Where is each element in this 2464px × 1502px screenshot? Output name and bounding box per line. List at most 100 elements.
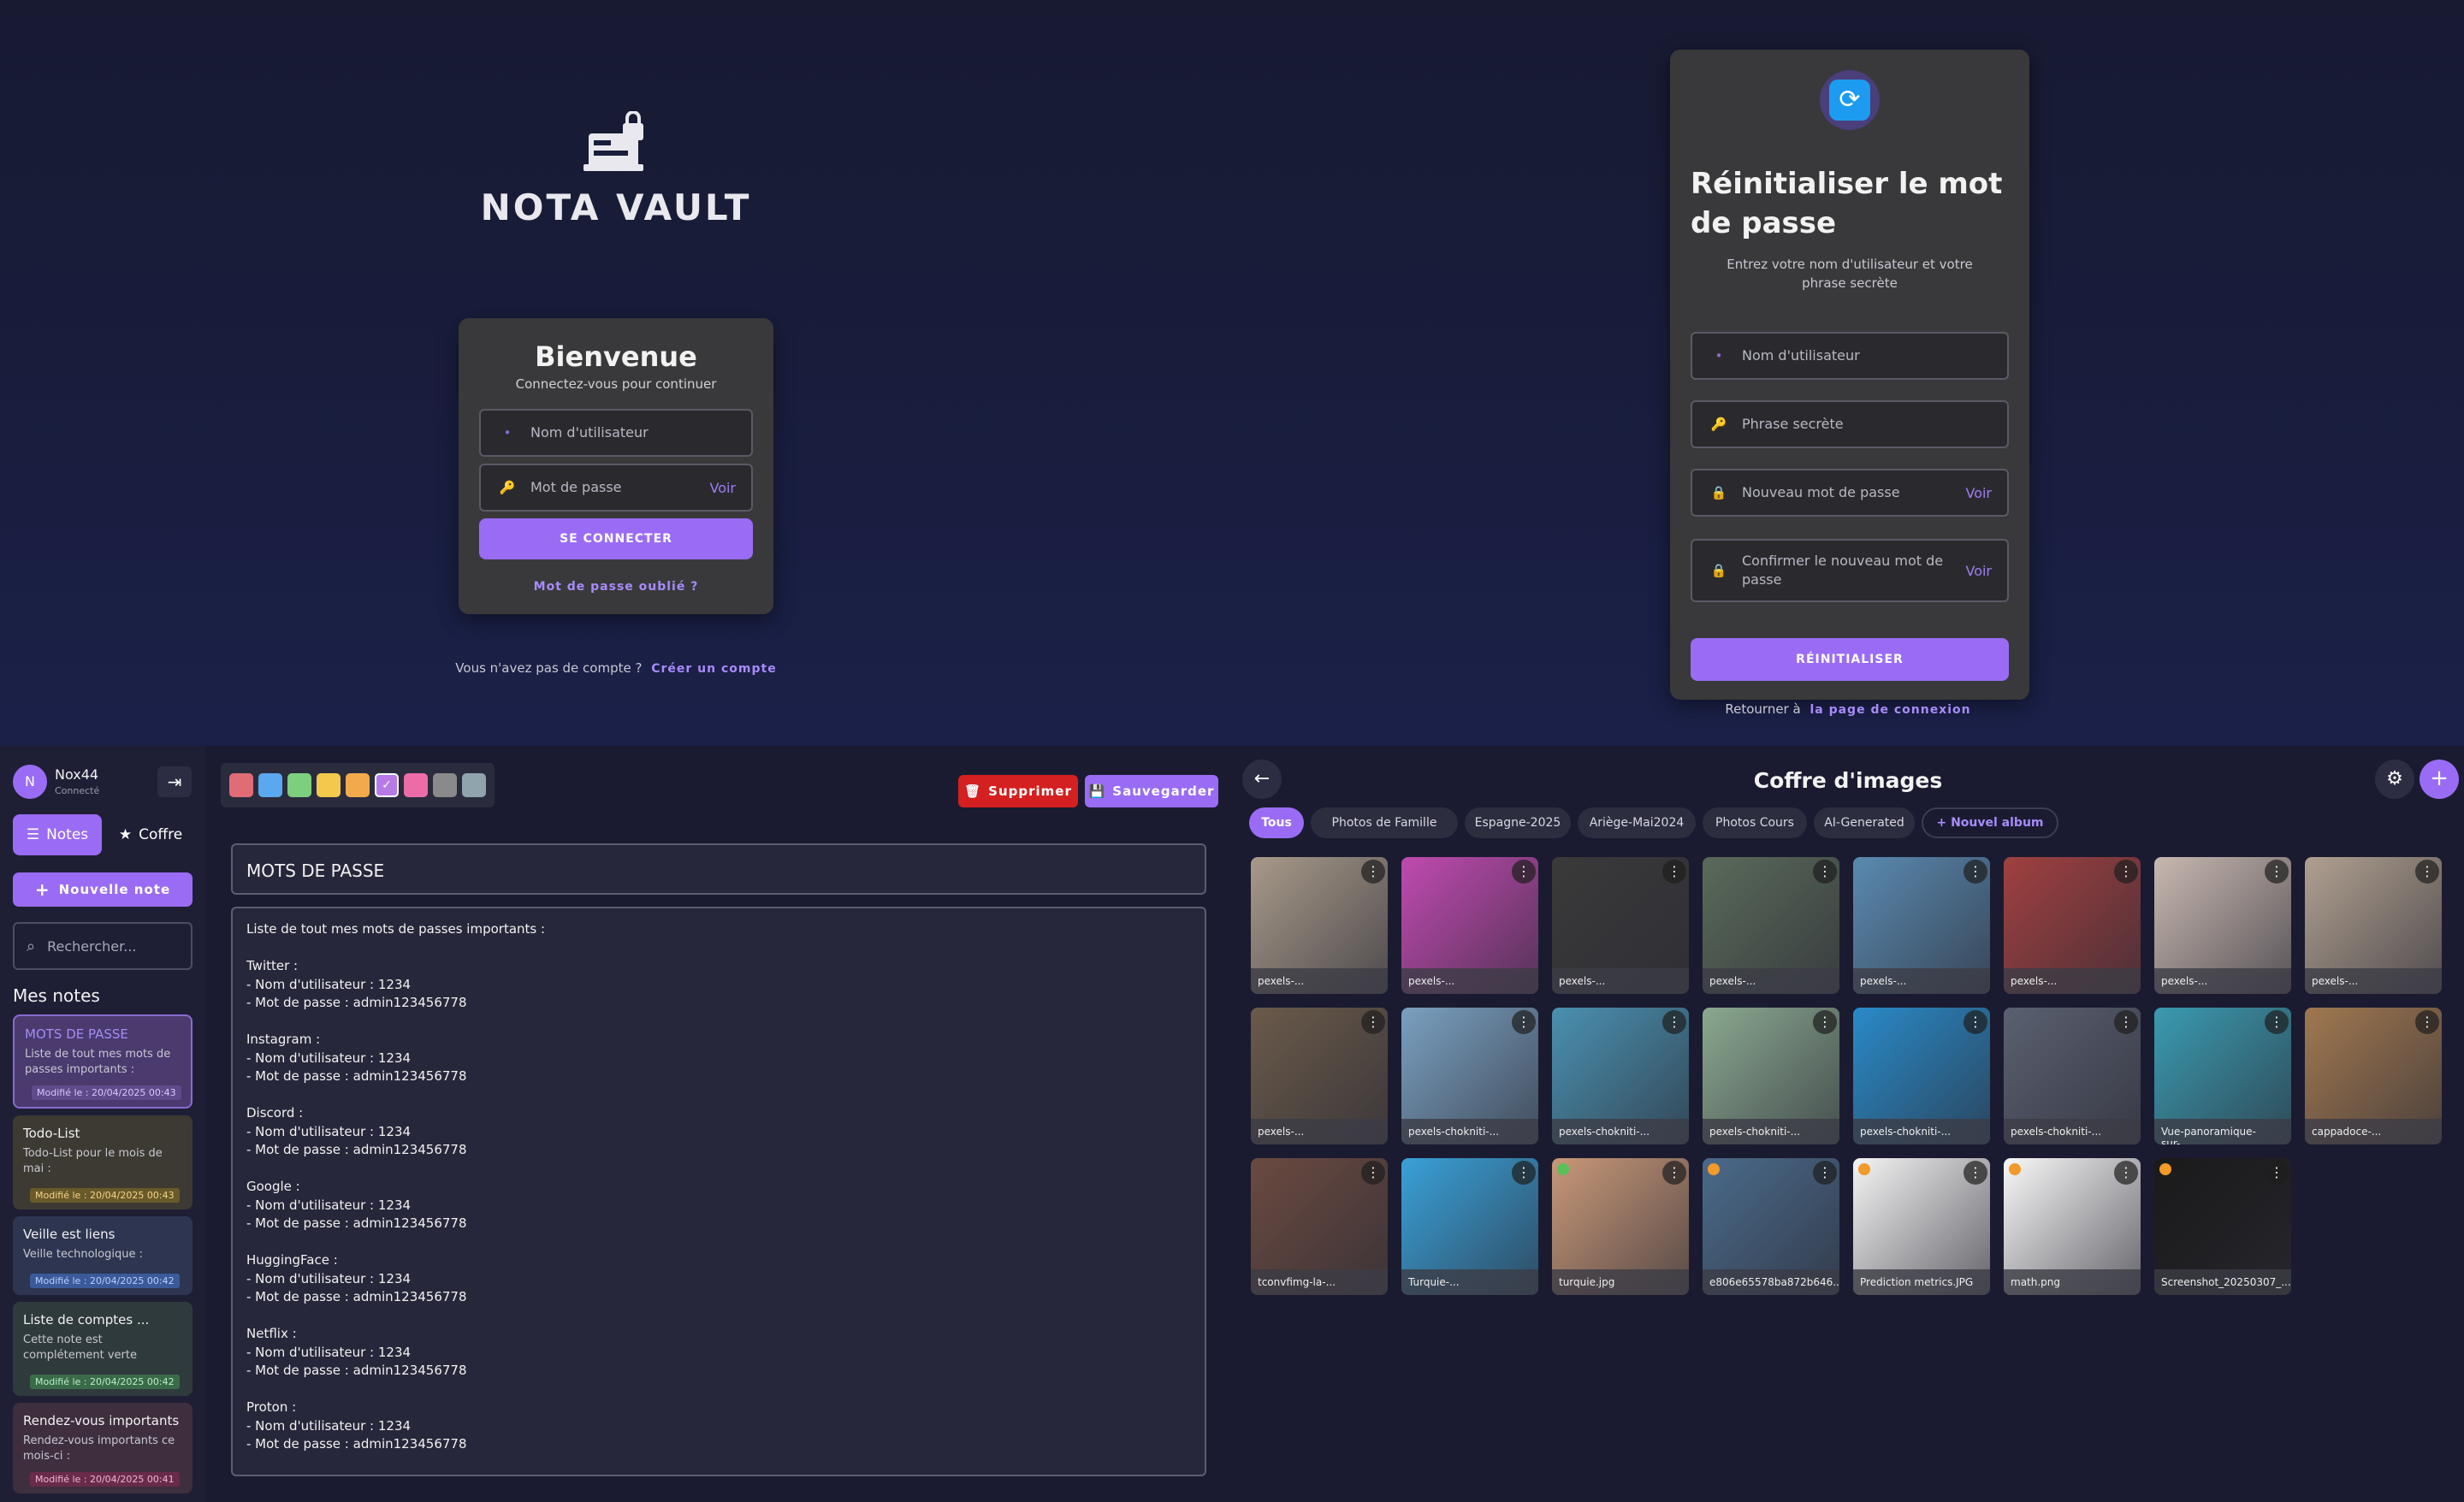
settings-button[interactable]: ⚙ [2375, 760, 2414, 799]
image-thumbnail[interactable]: ⋮ Vue-panoramique-sur-... [2154, 1008, 2291, 1144]
image-thumbnail[interactable]: ⋮ pexels-chokniti-... [2004, 1008, 2141, 1144]
album-tag-dot [2009, 1163, 2021, 1175]
username-field[interactable]: • Nom d'utilisateur [479, 409, 753, 457]
image-thumbnail[interactable]: ⋮ math.png [2004, 1158, 2141, 1295]
image-thumbnail[interactable]: ⋮ tconvfimg-la-... [1251, 1158, 1388, 1295]
more-options-icon[interactable]: ⋮ [1512, 860, 1536, 884]
color-swatch[interactable] [433, 773, 457, 797]
note-item[interactable]: Rendez-vous importants Rendez-vous impor… [13, 1403, 192, 1493]
more-options-icon[interactable]: ⋮ [2114, 860, 2138, 884]
note-item[interactable]: Liste de comptes ... Cette note est comp… [13, 1302, 192, 1396]
more-options-icon[interactable]: ⋮ [2265, 1010, 2289, 1034]
album-tab-tous[interactable]: Tous [1249, 807, 1304, 838]
more-options-icon[interactable]: ⋮ [1813, 1010, 1837, 1034]
search-input[interactable]: ⌕ Rechercher... [13, 922, 192, 970]
image-thumbnail[interactable]: ⋮ pexels-chokniti-... [1552, 1008, 1689, 1144]
more-options-icon[interactable]: ⋮ [1361, 1010, 1385, 1034]
image-thumbnail[interactable]: ⋮ pexels-chokniti-... [1853, 1008, 1990, 1144]
image-thumbnail[interactable]: ⋮ pexels-... [1251, 857, 1388, 994]
note-item[interactable]: MOTS DE PASSE Liste de tout mes mots de … [13, 1014, 192, 1109]
color-swatch[interactable] [404, 773, 428, 797]
image-thumbnail[interactable]: ⋮ Prediction metrics.JPG [1853, 1158, 1990, 1295]
tab-notes[interactable]: ☰ Notes [13, 814, 102, 855]
image-thumbnail[interactable]: ⋮ pexels-chokniti-... [1401, 1008, 1538, 1144]
back-text: Retourner à [1725, 701, 1801, 717]
image-thumbnail[interactable]: ⋮ pexels-... [1853, 857, 1990, 994]
album-tab[interactable]: AI-Generated [1814, 807, 1915, 838]
forgot-password-link[interactable]: Mot de passe oublié ? [459, 580, 773, 594]
color-swatch-selected[interactable]: ✓ [375, 773, 399, 797]
more-options-icon[interactable]: ⋮ [2114, 1161, 2138, 1185]
new-note-button[interactable]: + Nouvelle note [13, 872, 192, 907]
image-thumbnail[interactable]: ⋮ pexels-... [2004, 857, 2141, 994]
login-button[interactable]: SE CONNECTER [479, 518, 753, 559]
more-options-icon[interactable]: ⋮ [1964, 1161, 1987, 1185]
image-thumbnail[interactable]: ⋮ pexels-chokniti-... [1703, 1008, 1839, 1144]
color-swatch[interactable] [317, 773, 341, 797]
new-album-button[interactable]: + Nouvel album [1922, 807, 2058, 838]
color-swatch[interactable] [258, 773, 282, 797]
color-swatch[interactable] [229, 773, 253, 797]
more-options-icon[interactable]: ⋮ [2415, 1010, 2439, 1034]
image-name: pexels-chokniti-... [1703, 1119, 1839, 1144]
more-options-icon[interactable]: ⋮ [1512, 1161, 1536, 1185]
add-image-button[interactable]: + [2420, 760, 2459, 799]
image-thumbnail[interactable]: ⋮ turquie.jpg [1552, 1158, 1689, 1295]
delete-button[interactable]: 🗑 Supprimer [958, 775, 1078, 807]
image-thumbnail[interactable]: ⋮ pexels-... [1703, 857, 1839, 994]
more-options-icon[interactable]: ⋮ [1964, 1010, 1987, 1034]
save-button[interactable]: 💾 Sauvegarder [1085, 775, 1218, 807]
album-tab[interactable]: Photos Cours [1703, 807, 1807, 838]
note-body-textarea[interactable]: Liste de tout mes mots de passes importa… [231, 907, 1206, 1476]
secret-phrase-field[interactable]: 🔑 Phrase secrète [1691, 400, 2009, 448]
note-title-input[interactable]: MOTS DE PASSE [231, 843, 1206, 895]
image-thumbnail[interactable]: ⋮ pexels-... [2305, 857, 2442, 994]
more-options-icon[interactable]: ⋮ [1964, 860, 1987, 884]
show-confirm-password-toggle[interactable]: Voir [1965, 563, 1992, 579]
show-new-password-toggle[interactable]: Voir [1965, 485, 1992, 501]
image-thumbnail[interactable]: ⋮ pexels-... [1552, 857, 1689, 994]
more-options-icon[interactable]: ⋮ [1361, 1161, 1385, 1185]
create-account-link[interactable]: Créer un compte [651, 662, 776, 676]
more-options-icon[interactable]: ⋮ [2114, 1010, 2138, 1034]
new-password-field[interactable]: 🔒 Nouveau mot de passe Voir [1691, 469, 2009, 517]
more-options-icon[interactable]: ⋮ [2265, 860, 2289, 884]
image-name: pexels-chokniti-... [1401, 1119, 1538, 1144]
image-thumbnail[interactable]: ⋮ pexels-... [1251, 1008, 1388, 1144]
more-options-icon[interactable]: ⋮ [1361, 860, 1385, 884]
more-options-icon[interactable]: ⋮ [2415, 860, 2439, 884]
more-options-icon[interactable]: ⋮ [1662, 860, 1686, 884]
confirm-password-field[interactable]: 🔒 Confirmer le nouveau mot de passe Voir [1691, 539, 2009, 602]
more-options-icon[interactable]: ⋮ [1662, 1010, 1686, 1034]
more-options-icon[interactable]: ⋮ [1662, 1161, 1686, 1185]
note-item[interactable]: Veille est liens Veille technologique : … [13, 1216, 192, 1295]
more-options-icon[interactable]: ⋮ [2265, 1161, 2289, 1185]
color-swatch[interactable] [462, 773, 486, 797]
color-swatch[interactable] [287, 773, 311, 797]
image-thumbnail[interactable]: ⋮ Screenshot_20250307_... [2154, 1158, 2291, 1295]
tab-coffre[interactable]: ★ Coffre [106, 814, 195, 855]
back-to-login-link[interactable]: la page de connexion [1810, 703, 1970, 717]
logout-button[interactable]: ⇥ [157, 766, 192, 797]
show-password-toggle[interactable]: Voir [709, 480, 736, 496]
more-options-icon[interactable]: ⋮ [1512, 1010, 1536, 1034]
image-thumbnail[interactable]: ⋮ e806e65578ba872b646... [1703, 1158, 1839, 1295]
gear-icon: ⚙ [2386, 768, 2403, 789]
more-options-icon[interactable]: ⋮ [1813, 1161, 1837, 1185]
album-tab[interactable]: Photos de Famille [1311, 807, 1458, 838]
reset-username-field[interactable]: • Nom d'utilisateur [1691, 332, 2009, 380]
vault-panel: ← Coffre d'images ⚙ + Tous Photos de Fam… [1232, 746, 2464, 1502]
image-thumbnail[interactable]: ⋮ pexels-... [2154, 857, 2291, 994]
image-thumbnail[interactable]: ⋮ pexels-... [1401, 857, 1538, 994]
image-thumbnail[interactable]: ⋮ cappadoce-... [2305, 1008, 2442, 1144]
password-field[interactable]: 🔑 Mot de passe Voir [479, 464, 753, 512]
plus-icon: + [2430, 766, 2449, 791]
note-item[interactable]: Todo-List Todo-List pour le mois de mai … [13, 1115, 192, 1209]
reset-button[interactable]: RÉINITIALISER [1691, 638, 2009, 681]
album-tab[interactable]: Ariège-Mai2024 [1578, 807, 1696, 838]
color-swatch[interactable] [346, 773, 370, 797]
back-button[interactable]: ← [1242, 760, 1282, 799]
album-tab[interactable]: Espagne-2025 [1465, 807, 1571, 838]
image-thumbnail[interactable]: ⋮ Turquie-... [1401, 1158, 1538, 1295]
more-options-icon[interactable]: ⋮ [1813, 860, 1837, 884]
